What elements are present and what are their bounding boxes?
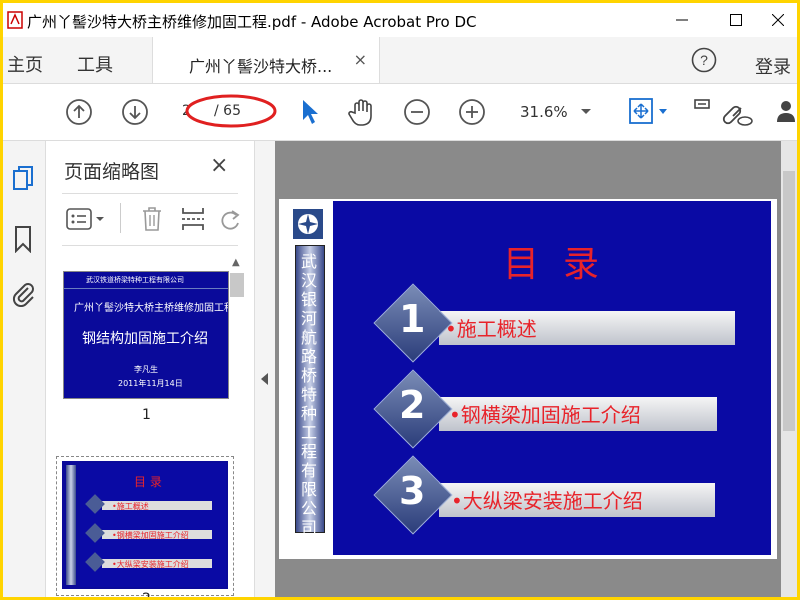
item-number-2: 2 — [399, 383, 426, 427]
thumb-item-2: •钢横梁加固施工介绍 — [112, 531, 189, 540]
slide-side-strip: 武汉银河航路桥特种工程有限公司 — [293, 209, 327, 537]
thumb-page-number: 2 — [142, 591, 151, 597]
document-tab-close-button[interactable]: × — [354, 50, 367, 69]
panel-title: 页面缩略图 — [64, 161, 160, 183]
divider — [62, 245, 238, 246]
maximize-button[interactable] — [713, 3, 759, 37]
acrobat-app-icon[interactable] — [7, 11, 23, 29]
thumb-item-3: •大纵梁安装施工介绍 — [112, 560, 189, 569]
panel-scrollbar-thumb[interactable] — [230, 273, 244, 297]
menu-tools[interactable]: 工具 — [77, 51, 113, 77]
select-cursor-icon[interactable] — [299, 98, 321, 126]
thumb-page-number: 1 — [142, 407, 151, 423]
company-logo-icon — [298, 214, 318, 234]
comment-icon[interactable] — [693, 98, 713, 124]
item-text-1: •施工概述 — [445, 317, 537, 341]
zoom-level-dropdown[interactable]: 31.6% — [520, 103, 568, 121]
zoom-in-icon[interactable] — [458, 98, 486, 126]
panel-close-button[interactable]: × — [210, 153, 228, 178]
close-window-button[interactable] — [755, 3, 797, 37]
login-button[interactable]: 登录 — [755, 53, 791, 79]
hand-tool-icon[interactable] — [347, 97, 377, 127]
close-icon — [772, 14, 784, 26]
next-page-icon[interactable] — [121, 98, 149, 126]
delete-page-icon[interactable] — [140, 205, 164, 233]
attachment-icon[interactable] — [11, 279, 35, 307]
slide-title: 目录 — [503, 244, 624, 285]
page-thumbnail-2[interactable]: 目 录 •施工概述 •钢横梁加固施工介绍 •大纵梁安装施工介绍 — [62, 461, 228, 589]
page-thumbnails-panel: 页面缩略图 × ▲ 武汉铁道桥梁特种工程有限公司 广州丫髻沙特大桥主桥维修加固工… — [46, 141, 255, 597]
maximize-icon — [730, 14, 742, 26]
window-title: 广州丫髻沙特大桥主桥维修加固工程.pdf - Adobe Acrobat Pro… — [27, 13, 477, 31]
thumb-date: 2011年11月14日 — [118, 379, 183, 388]
share-link-icon[interactable] — [719, 96, 753, 128]
document-scrollbar-thumb[interactable] — [783, 171, 795, 431]
menu-bar: 主页 工具 广州丫髻沙特大桥... × ? 登录 — [3, 37, 797, 84]
page-thumbnails-icon[interactable] — [11, 165, 35, 193]
chevron-down-icon[interactable] — [581, 108, 591, 116]
item-number-1: 1 — [399, 297, 426, 341]
item-text-3: •大纵梁安装施工介绍 — [451, 489, 643, 513]
document-tab[interactable]: 广州丫髻沙特大桥... × — [152, 37, 380, 83]
red-annotation-ellipse — [185, 94, 277, 128]
slide-content: 目录 •施工概述 1 •钢横梁加固施工介绍 2 •大纵梁安装施工介绍 3 — [333, 201, 771, 555]
panel-collapse-handle[interactable] — [255, 141, 275, 597]
scroll-up-arrow-icon[interactable]: ▲ — [232, 257, 240, 268]
extract-page-icon[interactable] — [180, 205, 206, 233]
user-icon[interactable] — [775, 98, 797, 124]
document-view[interactable]: 武汉银河航路桥特种工程有限公司 目录 •施工概述 1 •钢横梁加固施工介绍 2 … — [275, 141, 797, 597]
vertical-banner: 武汉银河航路桥特种工程有限公司 — [295, 245, 325, 537]
acrobat-window: 广州丫髻沙特大桥主桥维修加固工程.pdf - Adobe Acrobat Pro… — [3, 3, 797, 597]
thumb-heading: 钢结构加固施工介绍 — [82, 331, 208, 347]
bookmark-icon[interactable] — [11, 225, 35, 253]
fit-page-icon[interactable] — [627, 96, 671, 126]
minimize-icon — [676, 19, 688, 21]
thumb-author: 李凡生 — [134, 365, 158, 374]
logo-box — [293, 209, 323, 239]
vertical-company-name: 武汉银河航路桥特种工程有限公司 — [300, 252, 317, 537]
thumb-item-1: •施工概述 — [112, 502, 149, 511]
rotate-page-icon[interactable] — [220, 205, 242, 233]
document-scrollbar[interactable] — [781, 141, 797, 597]
page-thumbnail-1[interactable]: 武汉铁道桥梁特种工程有限公司 广州丫髻沙特大桥主桥维修加固工程 钢结构加固施工介… — [63, 271, 229, 399]
previous-page-icon[interactable] — [65, 98, 93, 126]
slide-page: 武汉银河航路桥特种工程有限公司 目录 •施工概述 1 •钢横梁加固施工介绍 2 … — [279, 199, 777, 559]
thumb-slide-title: 目 录 — [134, 475, 162, 489]
thumbnail-toolbar — [62, 201, 242, 237]
minimize-button[interactable] — [659, 3, 705, 37]
zoom-out-icon[interactable] — [403, 98, 431, 126]
options-menu-icon[interactable] — [66, 207, 110, 231]
thumb-company: 武汉铁道桥梁特种工程有限公司 — [86, 276, 184, 284]
divider — [62, 193, 238, 194]
divider — [120, 203, 121, 233]
item-number-3: 3 — [399, 469, 426, 513]
thumb-side-strip — [66, 465, 76, 585]
chevron-left-icon — [261, 373, 268, 385]
help-icon[interactable]: ? — [691, 47, 717, 73]
toolbar: 2 / 65 31.6% — [3, 84, 797, 141]
document-tab-label: 广州丫髻沙特大桥... — [189, 57, 333, 76]
thumb-project: 广州丫髻沙特大桥主桥维修加固工程 — [74, 303, 229, 314]
navigation-rail — [3, 141, 46, 597]
title-bar: 广州丫髻沙特大桥主桥维修加固工程.pdf - Adobe Acrobat Pro… — [3, 3, 797, 37]
menu-home[interactable]: 主页 — [7, 51, 43, 77]
item-text-2: •钢横梁加固施工介绍 — [449, 403, 641, 427]
svg-text:?: ? — [700, 52, 708, 68]
